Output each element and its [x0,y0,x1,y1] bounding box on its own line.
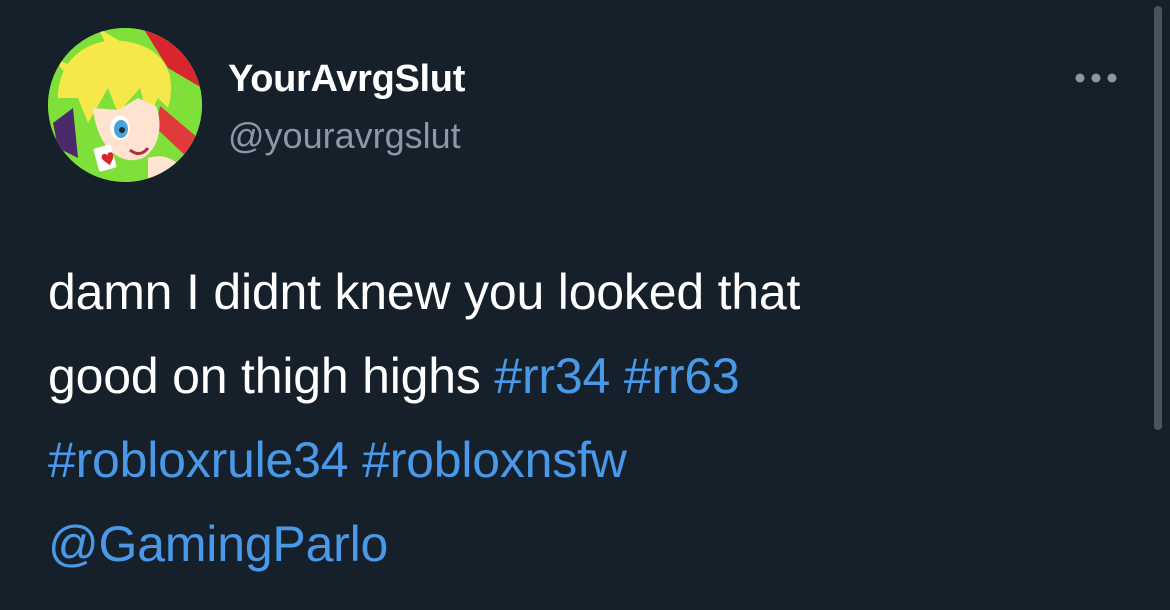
author-display-name[interactable]: YourAvrgSlut [228,58,465,101]
more-horizontal-icon [1075,73,1117,83]
more-options-button[interactable] [1066,62,1126,94]
hashtag-link[interactable]: #robloxnsfw [362,432,627,488]
hashtag-link[interactable]: #robloxrule34 [48,432,349,488]
scrollbar[interactable] [1154,6,1162,430]
mention-link[interactable]: @GamingParlo [48,516,388,572]
avatar[interactable]: @m [48,28,202,182]
hashtag-link[interactable]: #rr63 [624,348,740,404]
tweet-text-plain: damn I didnt knew you looked that [48,264,801,320]
tweet-text-line: #robloxrule34 #robloxnsfw [48,418,1128,502]
tweet: @m YourAvrgSlut @youravrgslut damn I did… [0,0,1170,610]
anime-character-avatar-icon: @m [48,28,202,182]
tweet-text-line: good on thigh highs #rr34 #rr63 [48,334,1128,418]
hashtag-link[interactable]: #rr34 [494,348,610,404]
tweet-text-plain: good on thigh highs [48,348,495,404]
tweet-text-line: @GamingParlo [48,502,1128,586]
tweet-text: damn I didnt knew you looked that good o… [48,250,1128,586]
tweet-text-line: damn I didnt knew you looked that [48,250,1128,334]
author-handle[interactable]: @youravrgslut [228,115,461,157]
svg-text:@m: @m [186,48,202,59]
